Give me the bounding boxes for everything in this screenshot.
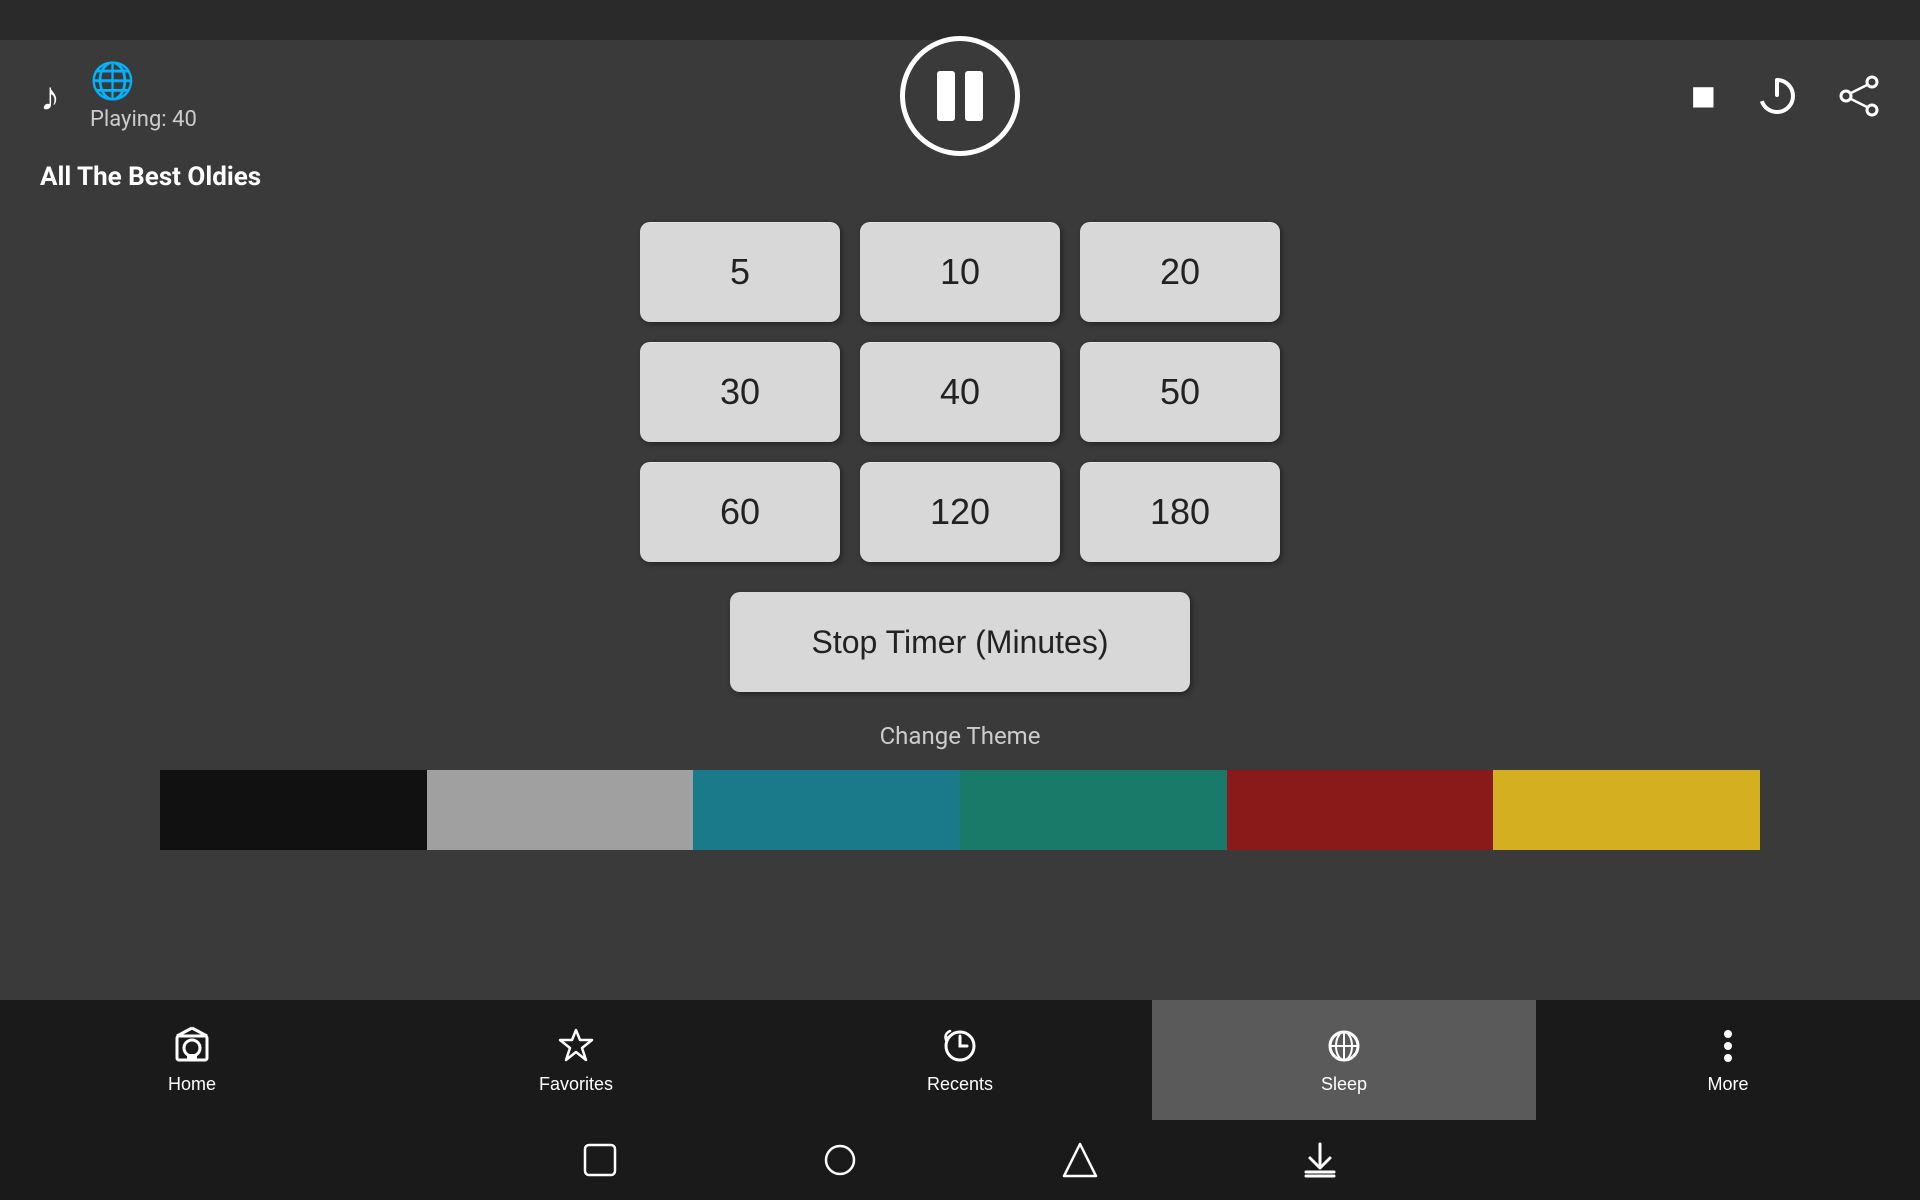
nav-recents-label: Recents <box>927 1074 993 1095</box>
timer-btn-180[interactable]: 180 <box>1080 462 1280 562</box>
pause-button[interactable] <box>900 36 1020 156</box>
sys-back-button[interactable] <box>580 1140 620 1180</box>
timer-section: 5 10 20 30 40 50 60 120 180 Stop Timer (… <box>0 202 1920 1000</box>
sys-recents-icon <box>1060 1140 1100 1180</box>
power-button[interactable] <box>1756 75 1798 117</box>
timer-btn-20[interactable]: 20 <box>1080 222 1280 322</box>
bottom-nav: Home Favorites Recents Sleep Mor <box>0 1000 1920 1120</box>
timer-btn-40[interactable]: 40 <box>860 342 1060 442</box>
share-button[interactable] <box>1838 75 1880 117</box>
sys-download-icon <box>1300 1140 1340 1180</box>
sys-recents-button[interactable] <box>1060 1140 1100 1180</box>
nav-more-label: More <box>1707 1074 1748 1095</box>
header-center <box>900 36 1020 156</box>
timer-btn-120[interactable]: 120 <box>860 462 1060 562</box>
header-info: Playing: 40 <box>90 60 197 132</box>
timer-btn-30[interactable]: 30 <box>640 342 840 442</box>
theme-swatch-teal[interactable] <box>693 770 960 850</box>
timer-btn-60[interactable]: 60 <box>640 462 840 562</box>
sys-home-icon <box>820 1140 860 1180</box>
stop-button[interactable]: ■ <box>1691 72 1716 120</box>
theme-swatch-yellow[interactable] <box>1493 770 1760 850</box>
nav-home-label: Home <box>168 1074 216 1095</box>
pause-bar-right <box>965 71 983 121</box>
theme-swatch-black[interactable] <box>160 770 427 850</box>
timer-btn-50[interactable]: 50 <box>1080 342 1280 442</box>
more-icon <box>1708 1026 1748 1066</box>
favorites-icon <box>556 1026 596 1066</box>
power-icon <box>1756 75 1798 117</box>
timer-grid: 5 10 20 30 40 50 60 120 180 <box>640 222 1280 562</box>
theme-swatch-green[interactable] <box>960 770 1227 850</box>
pause-icon <box>937 71 983 121</box>
header: Playing: 40 ■ <box>0 40 1920 152</box>
nav-sleep-label: Sleep <box>1321 1074 1367 1095</box>
theme-swatch-red[interactable] <box>1227 770 1494 850</box>
nav-sleep[interactable]: Sleep <box>1152 1000 1536 1120</box>
timer-btn-5[interactable]: 5 <box>640 222 840 322</box>
nav-recents[interactable]: Recents <box>768 1000 1152 1120</box>
nav-favorites[interactable]: Favorites <box>384 1000 768 1120</box>
pause-bar-left <box>937 71 955 121</box>
share-icon <box>1838 75 1880 117</box>
sys-home-button[interactable] <box>820 1140 860 1180</box>
status-bar <box>0 0 1920 40</box>
recents-icon <box>940 1026 980 1066</box>
station-name: All The Best Oldies <box>0 152 1920 202</box>
theme-swatches <box>160 770 1760 850</box>
music-icon <box>40 73 60 120</box>
header-left: Playing: 40 <box>40 60 197 132</box>
sleep-icon <box>1324 1026 1364 1066</box>
nav-favorites-label: Favorites <box>539 1074 613 1095</box>
playing-info: Playing: 40 <box>90 107 197 132</box>
back-icon <box>580 1140 620 1180</box>
home-icon <box>172 1026 212 1066</box>
nav-more[interactable]: More <box>1536 1000 1920 1120</box>
stop-icon: ■ <box>1691 72 1716 120</box>
globe-icon[interactable] <box>90 78 135 97</box>
timer-btn-10[interactable]: 10 <box>860 222 1060 322</box>
system-nav <box>0 1120 1920 1200</box>
sys-download-button[interactable] <box>1300 1140 1340 1180</box>
stop-timer-button[interactable]: Stop Timer (Minutes) <box>730 592 1190 692</box>
nav-home[interactable]: Home <box>0 1000 384 1120</box>
header-right: ■ <box>1691 72 1880 120</box>
theme-swatch-gray[interactable] <box>427 770 694 850</box>
change-theme-label: Change Theme <box>880 722 1041 750</box>
